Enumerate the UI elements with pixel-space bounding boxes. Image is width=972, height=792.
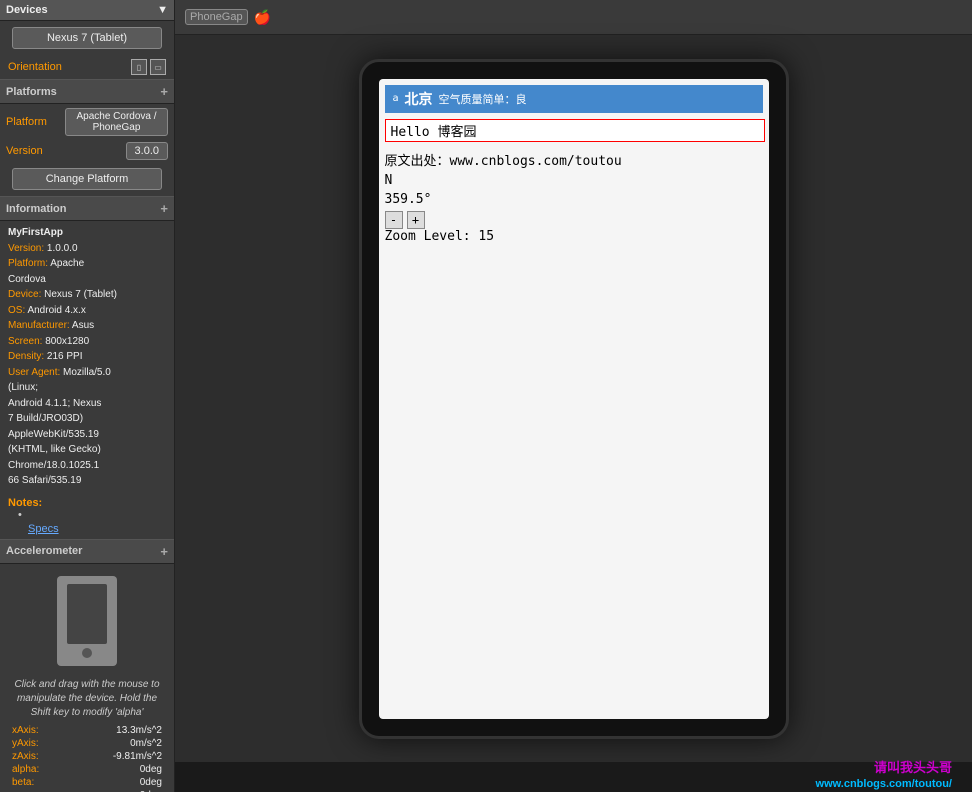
version-label: Version (6, 145, 61, 157)
change-platform-button[interactable]: Change Platform (12, 168, 162, 190)
yaxis-label: yAxis: (12, 738, 39, 749)
platforms-label: Platforms (6, 86, 57, 98)
specs-link[interactable]: Specs (28, 523, 166, 535)
apple-logo: 🍎 (254, 9, 271, 26)
phonegap-logo: PhoneGap (185, 9, 248, 25)
platform-info-line: Platform: ApacheCordova (8, 256, 166, 287)
density-info-line: Density: 216 PPI (8, 349, 166, 365)
compass-deg: 359.5° (385, 192, 763, 207)
alpha-row: alpha: 0deg (8, 763, 166, 776)
compass-n: N (385, 173, 763, 188)
device-preview-area: a 北京 空气质量简单：良 原文出处：www.cnblogs.com/touto… (175, 35, 972, 762)
main-area: PhoneGap 🍎 a 北京 空气质量简单：良 原文出处：www.cnblog… (175, 0, 972, 792)
orientation-label: Orientation (8, 61, 62, 73)
devices-label: Devices (6, 4, 48, 16)
source-text-line: 原文出处：www.cnblogs.com/toutou (385, 150, 763, 169)
version-row: Version 3.0.0 (0, 140, 174, 162)
information-section-header: Information + (0, 196, 174, 221)
app-air-quality: 空气质量简单：良 (439, 91, 527, 107)
devices-arrow: ▼ (157, 4, 168, 16)
alpha-value: 0deg (140, 764, 162, 775)
version-value: 3.0.0 (126, 142, 168, 160)
platforms-section-header: Platforms + (0, 79, 174, 104)
zoom-minus-button[interactable]: - (385, 211, 403, 229)
xaxis-row: xAxis: 13.3m/s^2 (8, 724, 166, 737)
accelerometer-plus-icon[interactable]: + (160, 544, 168, 559)
alpha-label: alpha: (12, 764, 39, 775)
yaxis-row: yAxis: 0m/s^2 (8, 737, 166, 750)
yaxis-value: 0m/s^2 (130, 738, 162, 749)
information-plus-icon[interactable]: + (160, 201, 168, 216)
xaxis-value: 13.3m/s^2 (116, 725, 162, 736)
useragent-info-line: User Agent: Mozilla/5.0(Linux;Android 4.… (8, 365, 166, 489)
logo-area: PhoneGap 🍎 (185, 9, 271, 26)
zaxis-value: -9.81m/s^2 (113, 751, 162, 762)
orientation-row: Orientation ▯ ▭ (0, 55, 174, 79)
portrait-icon[interactable]: ▯ (131, 59, 147, 75)
device-info-line: Device: Nexus 7 (Tablet) (8, 287, 166, 303)
app-content: a 北京 空气质量简单：良 原文出处：www.cnblogs.com/touto… (379, 79, 769, 719)
hello-input[interactable] (385, 119, 765, 142)
devices-section-header: Devices ▼ (0, 0, 174, 21)
os-info-line: OS: Android 4.x.x (8, 303, 166, 319)
platform-value: Apache Cordova / PhoneGap (65, 108, 168, 136)
top-toolbar: PhoneGap 🍎 (175, 0, 972, 35)
orientation-icons: ▯ ▭ (131, 59, 166, 75)
left-panel: Devices ▼ Nexus 7 (Tablet) Orientation ▯… (0, 0, 175, 792)
tablet-frame: a 北京 空气质量简单：良 原文出处：www.cnblogs.com/touto… (359, 59, 789, 739)
app-name: MyFirstApp (8, 225, 166, 241)
device-button-shape (82, 648, 92, 658)
app-city-name: 北京 (405, 89, 433, 109)
specs-bullet: • Specs (18, 509, 166, 535)
zaxis-label: zAxis: (12, 751, 39, 762)
zoom-level-text: Zoom Level: 15 (385, 229, 763, 244)
beta-value: 0deg (140, 777, 162, 788)
landscape-icon[interactable]: ▭ (150, 59, 166, 75)
bottom-bar: 请叫我头头哥 www.cnblogs.com/toutou/ (175, 762, 972, 792)
accelerometer-hint: Click and drag with the mouse to manipul… (8, 674, 166, 724)
platform-row: Platform Apache Cordova / PhoneGap (0, 104, 174, 140)
xaxis-label: xAxis: (12, 725, 39, 736)
information-label: Information (6, 203, 67, 215)
watermark-1: 请叫我头头哥 (874, 757, 952, 776)
device-select-button[interactable]: Nexus 7 (Tablet) (12, 27, 162, 49)
accelerometer-label: Accelerometer (6, 545, 82, 557)
gamma-row: gamma: 0deg (8, 789, 166, 792)
zoom-controls: - + (385, 211, 763, 229)
device-screen-shape (67, 584, 107, 644)
zoom-plus-button[interactable]: + (407, 211, 425, 229)
version-info-line: Version: 1.0.0.0 (8, 241, 166, 257)
topbar-letter-a: a (393, 93, 399, 104)
accelerometer-section: Click and drag with the mouse to manipul… (0, 564, 174, 792)
tablet-screen: a 北京 空气质量简单：良 原文出处：www.cnblogs.com/touto… (379, 79, 769, 719)
information-content: MyFirstApp Version: 1.0.0.0 Platform: Ap… (0, 221, 174, 493)
notes-section: Notes: • Specs (0, 493, 174, 539)
manufacturer-info-line: Manufacturer: Asus (8, 318, 166, 334)
beta-label: beta: (12, 777, 34, 788)
platforms-plus-icon[interactable]: + (160, 84, 168, 99)
watermark-2: www.cnblogs.com/toutou/ (816, 778, 952, 790)
screen-info-line: Screen: 800x1280 (8, 334, 166, 350)
accelerometer-section-header: Accelerometer + (0, 539, 174, 564)
zaxis-row: zAxis: -9.81m/s^2 (8, 750, 166, 763)
accelerometer-device-visual[interactable] (57, 576, 117, 666)
platform-label: Platform (6, 116, 61, 128)
notes-label: Notes: (8, 497, 42, 509)
app-topbar: a 北京 空气质量简单：良 (385, 85, 763, 113)
beta-row: beta: 0deg (8, 776, 166, 789)
